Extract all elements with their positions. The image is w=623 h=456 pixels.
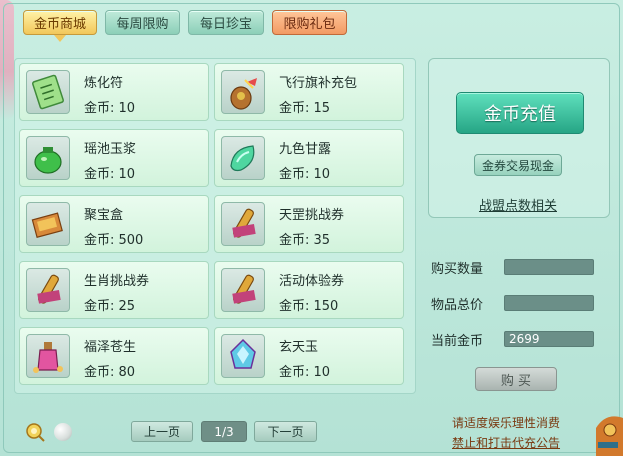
shop-item-xuantian-jade[interactable]: 玄天玉 金币: 10	[214, 327, 404, 385]
alliance-points-link[interactable]: 战盟点数相关	[474, 195, 562, 214]
item-price: 金币: 500	[84, 233, 144, 248]
item-name: 九色甘露	[279, 142, 332, 157]
shop-item-nine-color-dew[interactable]: 九色甘露 金币: 10	[214, 129, 404, 187]
tab-daily-treasure[interactable]: 每日珍宝	[188, 10, 264, 35]
mascot-icon	[590, 404, 623, 456]
item-price: 金币: 10	[279, 365, 331, 380]
treasure-box-icon	[26, 202, 70, 246]
item-name: 聚宝盒	[84, 208, 124, 223]
item-name: 福泽苍生	[84, 340, 137, 355]
item-price: 金币: 25	[84, 299, 136, 314]
recharge-panel	[428, 58, 610, 218]
shop-item-treasure-box[interactable]: 聚宝盒 金币: 500	[19, 195, 209, 253]
dew-icon	[221, 136, 265, 180]
tab-limited-pack[interactable]: 限购礼包	[272, 10, 347, 35]
gold-recharge-button[interactable]: 金币充值	[456, 92, 584, 134]
total-price-label: 物品总价	[431, 298, 484, 313]
quantity-label: 购买数量	[431, 262, 484, 277]
item-price: 金币: 10	[84, 167, 136, 182]
shop-item-blessing[interactable]: 福泽苍生 金币: 80	[19, 327, 209, 385]
current-gold-label: 当前金币	[431, 334, 484, 349]
item-name: 瑶池玉浆	[84, 142, 137, 157]
shop-item-tiangang-ticket[interactable]: 天罡挑战券 金币: 35	[214, 195, 404, 253]
page-indicator: 1/3	[201, 421, 247, 442]
item-price: 金币: 80	[84, 365, 136, 380]
shop-item-event-ticket[interactable]: 活动体验券 金币: 150	[214, 261, 404, 319]
prev-page-button[interactable]: 上一页	[131, 421, 193, 442]
pearl-icon[interactable]	[54, 423, 72, 441]
scroll-icon	[221, 202, 265, 246]
item-price: 金币: 15	[279, 101, 331, 116]
item-price: 金币: 150	[279, 299, 339, 314]
quantity-input[interactable]	[504, 259, 594, 275]
item-price: 金币: 10	[279, 167, 331, 182]
item-name: 生肖挑战券	[84, 274, 150, 289]
voucher-exchange-button[interactable]: 金券交易现金	[474, 154, 562, 176]
moderation-notice: 请适度娱乐理性消费	[452, 416, 561, 430]
scroll-icon	[221, 268, 265, 312]
talisman-icon	[26, 70, 70, 114]
shop-item-talisman[interactable]: 炼化符 金币: 10	[19, 63, 209, 121]
item-name: 炼化符	[84, 76, 124, 91]
buy-button[interactable]: 购 买	[475, 367, 557, 391]
item-price: 金币: 10	[84, 101, 136, 116]
item-name: 玄天玉	[279, 340, 319, 355]
item-name: 活动体验券	[279, 274, 345, 289]
item-name: 天罡挑战券	[279, 208, 345, 223]
active-tab-pointer	[54, 35, 66, 42]
tab-gold-shop[interactable]: 金币商城	[23, 10, 97, 35]
shop-item-zodiac-ticket[interactable]: 生肖挑战券 金币: 25	[19, 261, 209, 319]
anti-proxy-notice-link[interactable]: 禁止和打击代充公告	[452, 434, 560, 451]
jade-gem-icon	[221, 334, 265, 378]
jade-nectar-icon	[26, 136, 70, 180]
total-price-field	[504, 295, 594, 311]
coin-magnifier-icon[interactable]	[24, 421, 46, 443]
next-page-button[interactable]: 下一页	[254, 421, 317, 442]
current-gold-field: 2699	[504, 331, 594, 347]
tab-weekly-limit[interactable]: 每周限购	[105, 10, 180, 35]
item-name: 飞行旗补充包	[279, 76, 358, 91]
item-price: 金币: 35	[279, 233, 331, 248]
shop-item-flag-pack[interactable]: 飞行旗补充包 金币: 15	[214, 63, 404, 121]
shop-item-jade-nectar[interactable]: 瑶池玉浆 金币: 10	[19, 129, 209, 187]
window-decoration	[0, 0, 14, 120]
scroll-icon	[26, 268, 70, 312]
flag-pack-icon	[221, 70, 265, 114]
blessing-bottle-icon	[26, 334, 70, 378]
